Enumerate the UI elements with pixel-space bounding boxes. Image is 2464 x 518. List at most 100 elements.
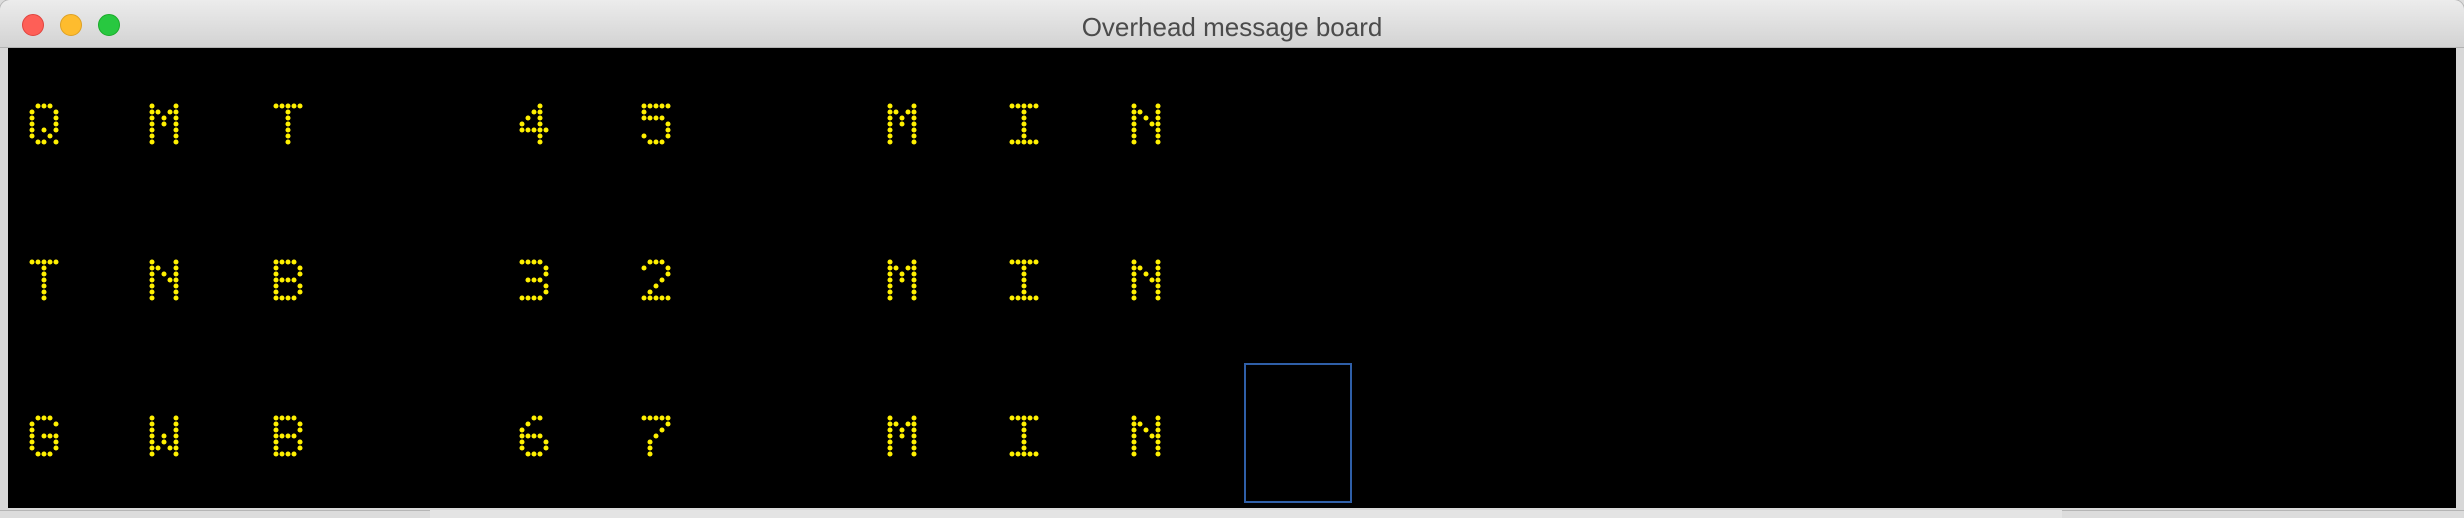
led-dot — [893, 265, 899, 271]
led-dot — [1155, 265, 1161, 271]
led-dot — [519, 433, 525, 439]
led-dot — [47, 259, 53, 265]
led-dot — [887, 133, 893, 139]
led-dot — [665, 295, 671, 301]
led-dot — [35, 139, 41, 145]
board-char — [134, 82, 194, 166]
led-dot — [285, 259, 291, 265]
led-dot — [653, 139, 659, 145]
led-dot — [1021, 415, 1027, 421]
led-dot — [1131, 259, 1137, 265]
led-dot — [665, 103, 671, 109]
led-dot — [173, 277, 179, 283]
led-dot — [1131, 421, 1137, 427]
led-dot — [1155, 139, 1161, 145]
led-dot — [1131, 283, 1137, 289]
led-dot — [911, 295, 917, 301]
window-title: Overhead message board — [1081, 12, 1383, 42]
led-dot — [899, 427, 905, 433]
led-dot — [647, 295, 653, 301]
led-dot — [297, 265, 303, 271]
led-dot — [273, 433, 279, 439]
led-dot — [1027, 139, 1033, 145]
led-dot — [1021, 439, 1027, 445]
led-dot — [899, 277, 905, 283]
led-dot — [297, 103, 303, 109]
led-dot — [173, 295, 179, 301]
led-dot — [149, 133, 155, 139]
led-dot — [911, 103, 917, 109]
led-dot — [1009, 415, 1015, 421]
led-dot — [285, 121, 291, 127]
led-dot — [29, 421, 35, 427]
led-dot — [1131, 139, 1137, 145]
led-glyph — [519, 103, 549, 145]
board-char — [872, 394, 932, 478]
led-dot — [291, 415, 297, 421]
led-dot — [1015, 295, 1021, 301]
led-dot — [1021, 289, 1027, 295]
led-dot — [1155, 283, 1161, 289]
led-dot — [297, 289, 303, 295]
message-board[interactable] — [8, 48, 2456, 508]
led-glyph — [641, 259, 671, 301]
title-bar[interactable]: Overhead message board — [0, 0, 2464, 48]
led-dot — [1027, 259, 1033, 265]
led-dot — [297, 439, 303, 445]
led-dot — [285, 127, 291, 133]
led-dot — [519, 445, 525, 451]
led-dot — [911, 421, 917, 427]
led-dot — [1015, 415, 1021, 421]
led-dot — [1015, 103, 1021, 109]
board-char — [504, 394, 564, 478]
led-glyph — [149, 103, 179, 145]
led-dot — [149, 265, 155, 271]
led-glyph — [887, 259, 917, 301]
led-dot — [653, 295, 659, 301]
led-dot — [29, 121, 35, 127]
board-char — [14, 394, 74, 478]
led-dot — [531, 277, 537, 283]
led-dot — [167, 277, 173, 283]
led-dot — [519, 439, 525, 445]
led-dot — [53, 439, 59, 445]
led-dot — [273, 103, 279, 109]
led-dot — [173, 271, 179, 277]
led-dot — [149, 271, 155, 277]
led-dot — [659, 139, 665, 145]
led-dot — [297, 445, 303, 451]
board-char — [14, 238, 74, 322]
led-dot — [291, 277, 297, 283]
led-dot — [519, 127, 525, 133]
led-dot — [173, 415, 179, 421]
led-dot — [291, 259, 297, 265]
led-glyph — [273, 415, 303, 457]
led-dot — [1155, 295, 1161, 301]
led-dot — [285, 451, 291, 457]
led-dot — [1033, 103, 1039, 109]
led-dot — [285, 133, 291, 139]
led-dot — [525, 259, 531, 265]
led-dot — [29, 259, 35, 265]
input-cursor-box[interactable] — [1244, 363, 1352, 503]
led-dot — [659, 277, 665, 283]
led-dot — [543, 445, 549, 451]
led-dot — [53, 433, 59, 439]
led-dot — [53, 445, 59, 451]
board-char — [258, 82, 318, 166]
led-dot — [149, 103, 155, 109]
led-dot — [911, 277, 917, 283]
led-dot — [1155, 421, 1161, 427]
led-dot — [279, 259, 285, 265]
led-dot — [1027, 295, 1033, 301]
led-dot — [285, 277, 291, 283]
led-dot — [1131, 295, 1137, 301]
led-dot — [35, 259, 41, 265]
led-dot — [647, 103, 653, 109]
led-dot — [537, 109, 543, 115]
led-dot — [537, 259, 543, 265]
led-dot — [911, 415, 917, 421]
led-glyph — [149, 415, 179, 457]
led-dot — [1021, 445, 1027, 451]
led-dot — [149, 421, 155, 427]
